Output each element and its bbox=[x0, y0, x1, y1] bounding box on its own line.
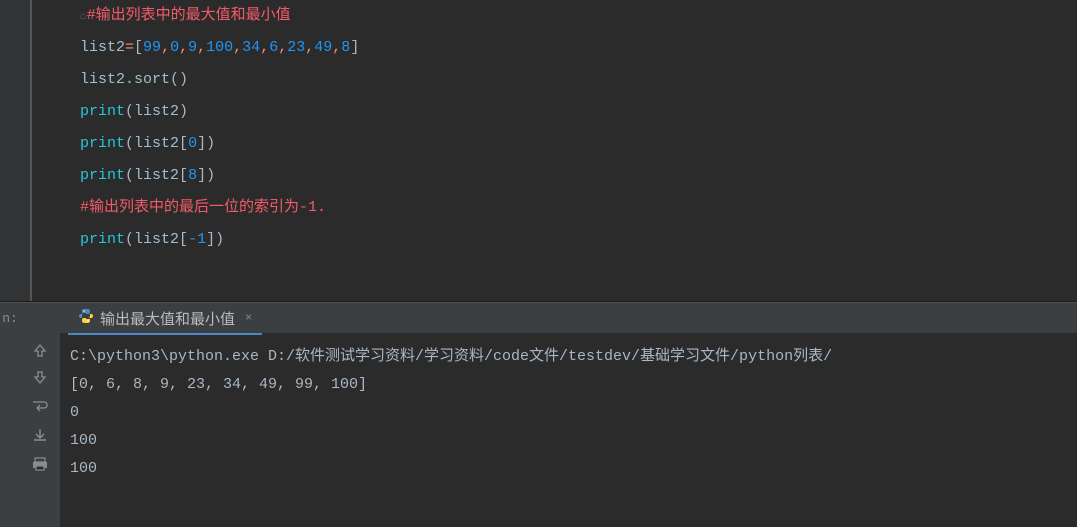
number: 23 bbox=[287, 39, 305, 56]
run-tab-active[interactable]: 输出最大值和最小值 × bbox=[68, 304, 262, 335]
code-editor[interactable]: ⌂#输出列表中的最大值和最小值 list2=[99,0,9,100,34,6,2… bbox=[0, 0, 1077, 302]
parens: () bbox=[170, 71, 188, 88]
comma: , bbox=[305, 39, 314, 56]
code-line[interactable]: print(list2[-1]) bbox=[40, 224, 1077, 256]
arrow-down-icon[interactable] bbox=[33, 371, 47, 385]
bracket: [ bbox=[134, 39, 143, 56]
paren: ( bbox=[125, 167, 134, 184]
bracket: [ bbox=[179, 231, 188, 248]
number: 0 bbox=[188, 135, 197, 152]
number: 99 bbox=[143, 39, 161, 56]
code-line[interactable]: print(list2[0]) bbox=[40, 128, 1077, 160]
identifier: list2 bbox=[80, 39, 125, 56]
bracket: [ bbox=[179, 167, 188, 184]
run-toolbar bbox=[20, 303, 60, 527]
run-tool-window: n: 输出最大值和最小值 × C:\python3\ bbox=[0, 302, 1077, 527]
code-line[interactable]: print(list2) bbox=[40, 96, 1077, 128]
number: 49 bbox=[314, 39, 332, 56]
identifier: list2 bbox=[134, 231, 179, 248]
line-number bbox=[0, 192, 22, 224]
run-label: n: bbox=[0, 303, 20, 527]
number: 9 bbox=[188, 39, 197, 56]
number: 100 bbox=[206, 39, 233, 56]
comma: , bbox=[233, 39, 242, 56]
comma: , bbox=[161, 39, 170, 56]
operator: = bbox=[125, 39, 134, 56]
paren: ) bbox=[206, 167, 215, 184]
number: 8 bbox=[188, 167, 197, 184]
console-line: [0, 6, 8, 9, 23, 34, 49, 99, 100] bbox=[70, 371, 1067, 399]
number: -1 bbox=[188, 231, 206, 248]
comment-text: #输出列表中的最后一位的索引为-1. bbox=[80, 199, 326, 216]
console-command: C:\python3\python.exe D:/软件测试学习资料/学习资料/c… bbox=[70, 343, 1067, 371]
number: 0 bbox=[170, 39, 179, 56]
comma: , bbox=[260, 39, 269, 56]
code-line[interactable]: #输出列表中的最后一位的索引为-1. bbox=[40, 192, 1077, 224]
method-call: list2.sort bbox=[80, 71, 170, 88]
console-output[interactable]: C:\python3\python.exe D:/软件测试学习资料/学习资料/c… bbox=[60, 335, 1077, 527]
bracket: ] bbox=[350, 39, 359, 56]
line-number bbox=[0, 64, 22, 96]
paren: ( bbox=[125, 135, 134, 152]
identifier: list2 bbox=[134, 167, 179, 184]
code-line[interactable]: list2.sort() bbox=[40, 64, 1077, 96]
python-icon bbox=[78, 308, 94, 329]
bracket: ] bbox=[197, 167, 206, 184]
paren: ) bbox=[179, 103, 188, 120]
line-number bbox=[0, 224, 22, 256]
paren: ( bbox=[125, 103, 134, 120]
builtin-func: print bbox=[80, 103, 125, 120]
paren: ) bbox=[206, 135, 215, 152]
line-number bbox=[0, 96, 22, 128]
close-icon[interactable]: × bbox=[245, 311, 252, 325]
code-content[interactable]: ⌂#输出列表中的最大值和最小值 list2=[99,0,9,100,34,6,2… bbox=[30, 0, 1077, 301]
code-line[interactable]: list2=[99,0,9,100,34,6,23,49,8] bbox=[40, 32, 1077, 64]
builtin-func: print bbox=[80, 167, 125, 184]
line-number bbox=[0, 160, 22, 192]
paren: ) bbox=[215, 231, 224, 248]
run-content: 输出最大值和最小值 × C:\python3\python.exe D:/软件测… bbox=[60, 303, 1077, 527]
code-line[interactable]: ⌂#输出列表中的最大值和最小值 bbox=[40, 0, 1077, 32]
comma: , bbox=[197, 39, 206, 56]
scroll-to-end-icon[interactable] bbox=[32, 427, 48, 443]
number: 6 bbox=[269, 39, 278, 56]
number: 8 bbox=[341, 39, 350, 56]
identifier: list2 bbox=[134, 103, 179, 120]
line-number bbox=[0, 0, 22, 32]
arrow-up-icon[interactable] bbox=[33, 343, 47, 357]
line-number bbox=[0, 128, 22, 160]
console-line: 100 bbox=[70, 427, 1067, 455]
soft-wrap-icon[interactable] bbox=[32, 399, 48, 413]
console-line: 0 bbox=[70, 399, 1067, 427]
print-icon[interactable] bbox=[32, 457, 48, 471]
run-label-text: n: bbox=[2, 311, 18, 326]
bracket: [ bbox=[179, 135, 188, 152]
builtin-func: print bbox=[80, 231, 125, 248]
line-number bbox=[0, 32, 22, 64]
bracket: ] bbox=[197, 135, 206, 152]
comma: , bbox=[179, 39, 188, 56]
comma: , bbox=[332, 39, 341, 56]
comment-text: #输出列表中的最大值和最小值 bbox=[87, 7, 291, 24]
code-line[interactable]: print(list2[8]) bbox=[40, 160, 1077, 192]
fold-marker-icon: ⌂ bbox=[80, 11, 87, 23]
identifier: list2 bbox=[134, 135, 179, 152]
console-line: 100 bbox=[70, 455, 1067, 483]
line-number-gutter bbox=[0, 0, 30, 301]
bracket: ] bbox=[206, 231, 215, 248]
comma: , bbox=[278, 39, 287, 56]
paren: ( bbox=[125, 231, 134, 248]
builtin-func: print bbox=[80, 135, 125, 152]
number: 34 bbox=[242, 39, 260, 56]
run-tabs: 输出最大值和最小值 × bbox=[60, 303, 1077, 335]
run-tab-label: 输出最大值和最小值 bbox=[100, 308, 235, 329]
